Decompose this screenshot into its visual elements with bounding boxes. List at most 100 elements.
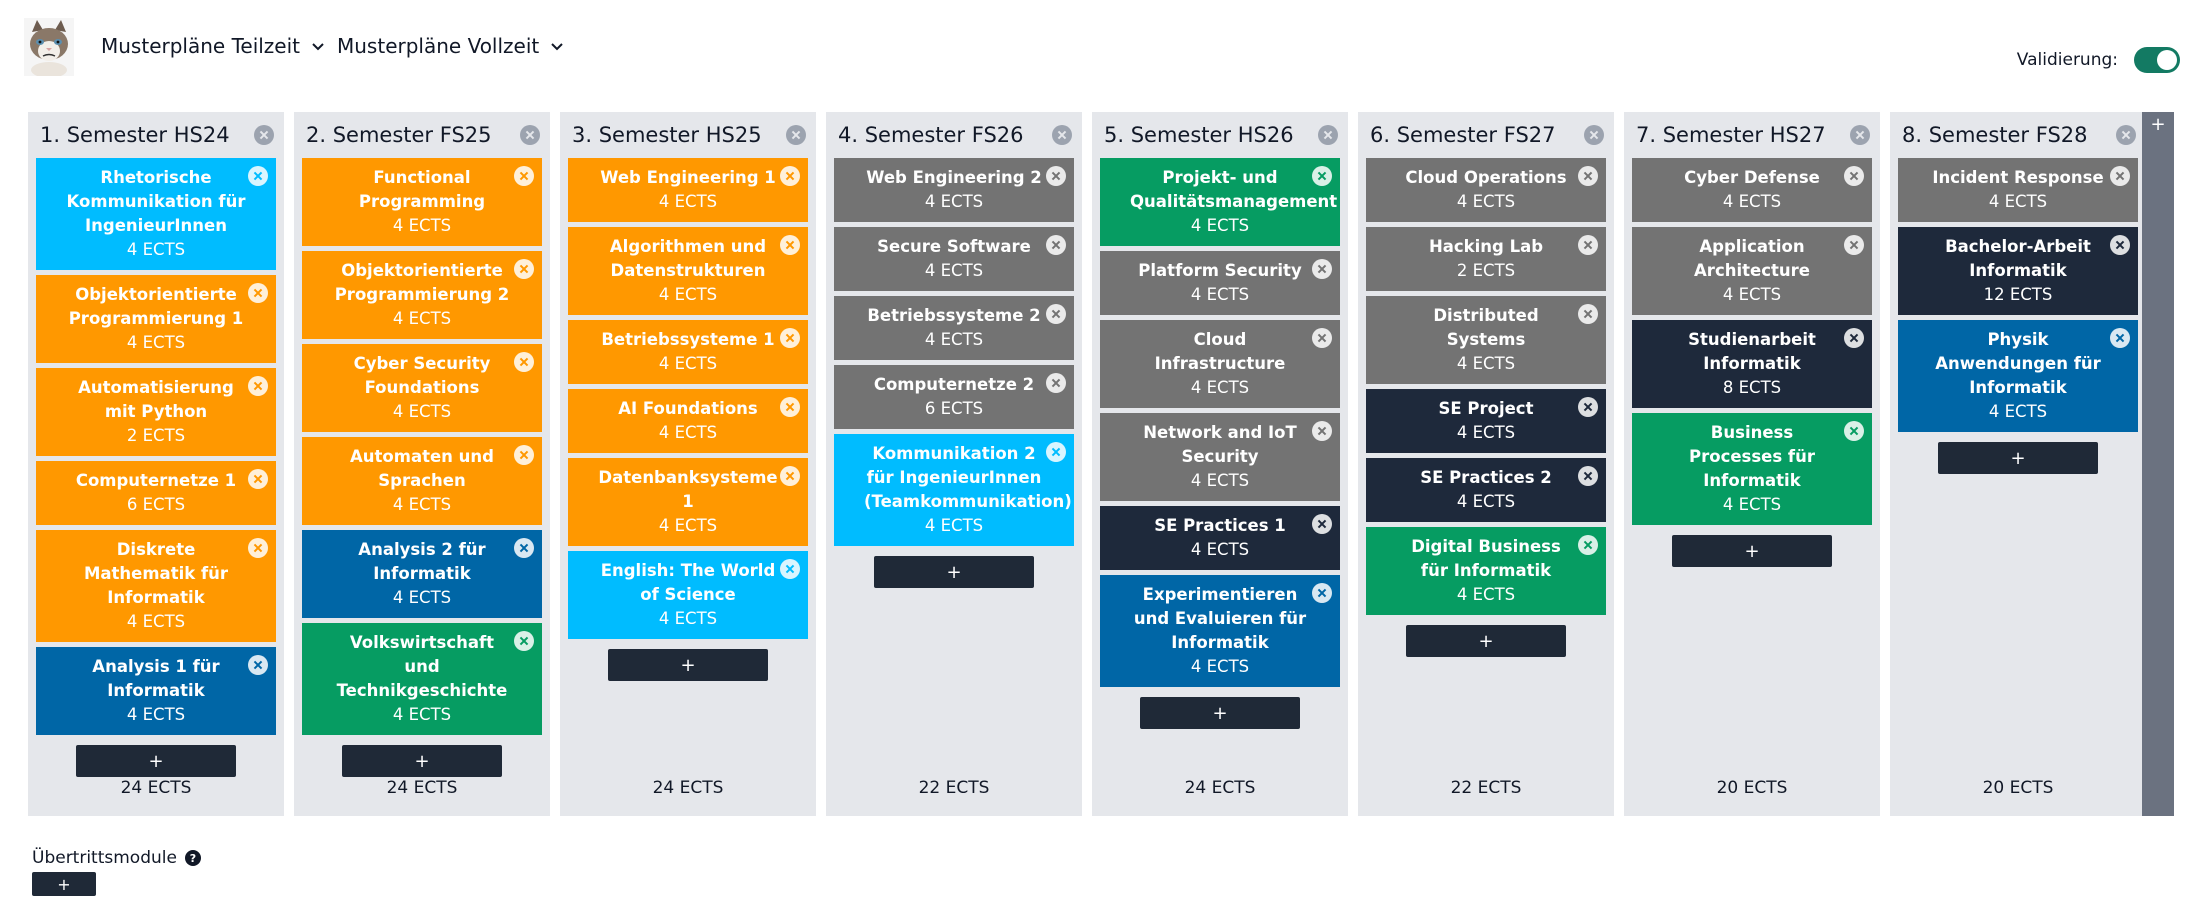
- remove-module-icon[interactable]: [1578, 397, 1598, 417]
- module-card[interactable]: Distributed Systems 4 ECTS: [1366, 296, 1606, 384]
- module-card[interactable]: Platform Security 4 ECTS: [1100, 251, 1340, 315]
- remove-semester-icon[interactable]: [786, 125, 806, 145]
- remove-module-icon[interactable]: [248, 166, 268, 186]
- remove-module-icon[interactable]: [2110, 166, 2130, 186]
- remove-module-icon[interactable]: [1046, 304, 1066, 324]
- add-module-button[interactable]: +: [342, 745, 502, 777]
- module-card[interactable]: Datenbanksysteme 1 4 ECTS: [568, 458, 808, 546]
- remove-module-icon[interactable]: [248, 283, 268, 303]
- grumpy-cat-avatar[interactable]: [24, 18, 74, 78]
- module-card[interactable]: Diskrete Mathematik für Informatik 4 ECTS: [36, 530, 276, 642]
- module-card[interactable]: Secure Software 4 ECTS: [834, 227, 1074, 291]
- module-card[interactable]: Incident Response 4 ECTS: [1898, 158, 2138, 222]
- module-card[interactable]: Automaten und Sprachen 4 ECTS: [302, 437, 542, 525]
- remove-module-icon[interactable]: [1844, 328, 1864, 348]
- module-card[interactable]: Web Engineering 1 4 ECTS: [568, 158, 808, 222]
- remove-module-icon[interactable]: [514, 445, 534, 465]
- remove-module-icon[interactable]: [1578, 235, 1598, 255]
- module-card[interactable]: Betriebssysteme 1 4 ECTS: [568, 320, 808, 384]
- add-module-button[interactable]: +: [1672, 535, 1832, 567]
- module-card[interactable]: Objektorientierte Programmierung 2 4 ECTS: [302, 251, 542, 339]
- module-card[interactable]: Algorithmen und Datenstrukturen 4 ECTS: [568, 227, 808, 315]
- module-card[interactable]: Computernetze 2 6 ECTS: [834, 365, 1074, 429]
- remove-semester-icon[interactable]: [520, 125, 540, 145]
- module-card[interactable]: SE Practices 2 4 ECTS: [1366, 458, 1606, 522]
- module-card[interactable]: Functional Programming 4 ECTS: [302, 158, 542, 246]
- module-card[interactable]: Business Processes für Informatik 4 ECTS: [1632, 413, 1872, 525]
- remove-module-icon[interactable]: [1312, 514, 1332, 534]
- remove-module-icon[interactable]: [1312, 166, 1332, 186]
- remove-module-icon[interactable]: [514, 259, 534, 279]
- remove-module-icon[interactable]: [1312, 259, 1332, 279]
- nav-dropdown-teilzeit[interactable]: Musterpläne Teilzeit: [101, 34, 326, 58]
- remove-module-icon[interactable]: [1312, 421, 1332, 441]
- remove-module-icon[interactable]: [1578, 466, 1598, 486]
- module-card[interactable]: Physik Anwendungen für Informatik 4 ECTS: [1898, 320, 2138, 432]
- remove-module-icon[interactable]: [780, 328, 800, 348]
- module-card[interactable]: Cloud Infrastructure 4 ECTS: [1100, 320, 1340, 408]
- module-card[interactable]: SE Practices 1 4 ECTS: [1100, 506, 1340, 570]
- remove-semester-icon[interactable]: [254, 125, 274, 145]
- add-semester-button[interactable]: +: [2142, 112, 2174, 816]
- module-card[interactable]: Objektorientierte Programmierung 1 4 ECTS: [36, 275, 276, 363]
- remove-module-icon[interactable]: [514, 352, 534, 372]
- module-card[interactable]: Projekt- und Qualitätsmanagement 4 ECTS: [1100, 158, 1340, 246]
- remove-module-icon[interactable]: [2110, 328, 2130, 348]
- remove-module-icon[interactable]: [514, 538, 534, 558]
- module-card[interactable]: Betriebssysteme 2 4 ECTS: [834, 296, 1074, 360]
- remove-semester-icon[interactable]: [1318, 125, 1338, 145]
- remove-module-icon[interactable]: [1578, 166, 1598, 186]
- remove-module-icon[interactable]: [1844, 421, 1864, 441]
- remove-module-icon[interactable]: [2110, 235, 2130, 255]
- module-card[interactable]: Cloud Operations 4 ECTS: [1366, 158, 1606, 222]
- module-card[interactable]: Studienarbeit Informatik 8 ECTS: [1632, 320, 1872, 408]
- module-card[interactable]: Cyber Security Foundations 4 ECTS: [302, 344, 542, 432]
- add-module-button[interactable]: +: [1140, 697, 1300, 729]
- module-card[interactable]: Computernetze 1 6 ECTS: [36, 461, 276, 525]
- add-uebertrittsmodul-button[interactable]: +: [32, 872, 96, 896]
- remove-module-icon[interactable]: [1046, 373, 1066, 393]
- remove-module-icon[interactable]: [1578, 535, 1598, 555]
- remove-module-icon[interactable]: [780, 166, 800, 186]
- remove-module-icon[interactable]: [780, 397, 800, 417]
- remove-module-icon[interactable]: [1046, 235, 1066, 255]
- module-card[interactable]: Volkswirtschaft und Technikgeschichte 4 E…: [302, 623, 542, 735]
- remove-module-icon[interactable]: [1844, 166, 1864, 186]
- add-module-button[interactable]: +: [76, 745, 236, 777]
- module-card[interactable]: Digital Business für Informatik 4 ECTS: [1366, 527, 1606, 615]
- remove-semester-icon[interactable]: [1584, 125, 1604, 145]
- remove-semester-icon[interactable]: [1052, 125, 1072, 145]
- question-circle-icon[interactable]: ?: [184, 850, 201, 866]
- module-card[interactable]: Kommunikation 2 für IngenieurInnen (Team…: [834, 434, 1074, 546]
- remove-module-icon[interactable]: [780, 466, 800, 486]
- module-card[interactable]: Network and IoT Security 4 ECTS: [1100, 413, 1340, 501]
- module-card[interactable]: Web Engineering 2 4 ECTS: [834, 158, 1074, 222]
- remove-module-icon[interactable]: [780, 559, 800, 579]
- add-module-button[interactable]: +: [874, 556, 1034, 588]
- module-card[interactable]: English: The World of Science 4 ECTS: [568, 551, 808, 639]
- add-module-button[interactable]: +: [1406, 625, 1566, 657]
- add-module-button[interactable]: +: [1938, 442, 2098, 474]
- module-card[interactable]: Cyber Defense 4 ECTS: [1632, 158, 1872, 222]
- module-card[interactable]: Analysis 2 für Informatik 4 ECTS: [302, 530, 542, 618]
- remove-module-icon[interactable]: [248, 538, 268, 558]
- remove-module-icon[interactable]: [1046, 442, 1066, 462]
- remove-module-icon[interactable]: [1844, 235, 1864, 255]
- remove-semester-icon[interactable]: [2116, 125, 2136, 145]
- remove-module-icon[interactable]: [1312, 583, 1332, 603]
- validation-toggle[interactable]: [2134, 47, 2180, 73]
- remove-module-icon[interactable]: [1578, 304, 1598, 324]
- remove-module-icon[interactable]: [1046, 166, 1066, 186]
- module-card[interactable]: Rhetorische Kommunikation für IngenieurI…: [36, 158, 276, 270]
- remove-module-icon[interactable]: [780, 235, 800, 255]
- remove-module-icon[interactable]: [248, 469, 268, 489]
- remove-module-icon[interactable]: [248, 376, 268, 396]
- remove-module-icon[interactable]: [514, 166, 534, 186]
- remove-semester-icon[interactable]: [1850, 125, 1870, 145]
- module-card[interactable]: SE Project 4 ECTS: [1366, 389, 1606, 453]
- nav-dropdown-vollzeit[interactable]: Musterpläne Vollzeit: [337, 34, 565, 58]
- remove-module-icon[interactable]: [514, 631, 534, 651]
- module-card[interactable]: Application Architecture 4 ECTS: [1632, 227, 1872, 315]
- module-card[interactable]: Hacking Lab 2 ECTS: [1366, 227, 1606, 291]
- add-module-button[interactable]: +: [608, 649, 768, 681]
